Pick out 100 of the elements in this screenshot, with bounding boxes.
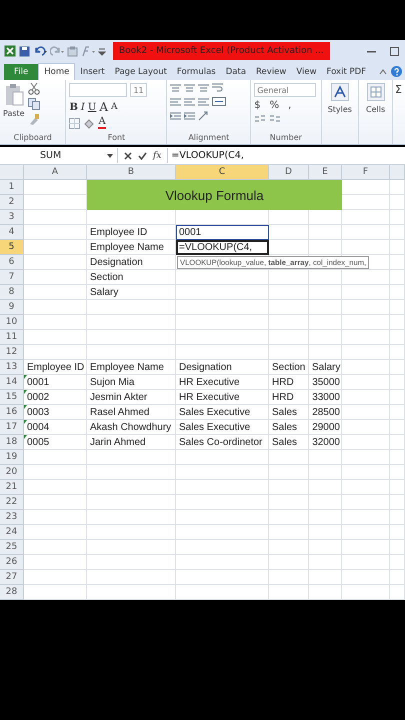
properties-icon[interactable] [67,46,78,56]
currency-button[interactable]: $ [254,100,261,111]
row-header[interactable]: 13 [0,360,24,375]
ribbon-tab[interactable]: Data [220,64,252,80]
save-icon[interactable] [19,46,30,56]
row-header[interactable]: 5 [0,240,24,255]
ribbon-tab[interactable]: View [291,64,322,80]
row-header[interactable]: 12 [0,345,24,360]
ribbon-tab[interactable]: Formulas [172,64,221,80]
column-header[interactable]: E [309,165,342,180]
insert-function-button[interactable]: fx [153,150,162,160]
row-header[interactable]: 4 [0,225,24,240]
align-top-icon[interactable] [170,84,182,92]
styles-icon[interactable] [330,83,349,101]
column-header[interactable]: D [269,165,309,180]
help-icon[interactable] [391,66,402,77]
copy-icon[interactable] [28,98,40,110]
enter-icon[interactable] [138,152,147,160]
row-header[interactable]: 23 [0,510,24,525]
percent-button[interactable]: % [270,100,280,111]
align-top-icon[interactable] [184,84,196,92]
row-header[interactable]: 6 [0,255,24,270]
autosum-button[interactable]: Σ [395,83,402,96]
row-header[interactable]: 28 [0,585,24,600]
font-color-button[interactable]: A [98,117,106,129]
font-name-field[interactable] [69,83,128,97]
row-header[interactable]: 16 [0,405,24,420]
table-cell-text: Sales Co-ordinetor [178,436,264,450]
align-top-icon[interactable] [198,84,210,92]
row-header[interactable]: 2 [0,195,24,210]
row-header[interactable]: 22 [0,495,24,510]
file-menu-button[interactable]: File [4,64,38,80]
collapse-ribbon-icon[interactable] [379,68,387,74]
table-cell-text: 32000 [311,436,341,450]
row-header[interactable]: 19 [0,450,24,465]
row-header[interactable]: 1 [0,180,24,195]
align-text-icon[interactable] [170,98,182,106]
underline-button[interactable]: U [88,102,96,112]
title-banner: Vlookup Formula [87,180,342,210]
grow-font-button[interactable]: A [99,100,108,114]
name-box[interactable]: SUM [40,150,62,161]
table-cell-text: 35000 [311,376,341,390]
align-text-icon[interactable] [184,98,196,106]
group-label: Number [268,133,303,144]
row-header[interactable]: 3 [0,210,24,225]
cells-button[interactable]: Cells [366,105,386,114]
row-header[interactable]: 7 [0,270,24,285]
row-header[interactable]: 26 [0,555,24,570]
bold-button[interactable]: B [69,102,78,112]
ribbon-tab[interactable]: Insert [75,64,110,80]
row-header[interactable]: 14 [0,375,24,390]
excel-logo-icon[interactable] [4,45,16,57]
row-header[interactable]: 24 [0,525,24,540]
cell-edit-field[interactable]: =VLOOKUP(C4, [176,240,269,255]
table-cell-text: 29000 [311,421,341,435]
wrap-text-icon[interactable] [212,83,224,92]
table-cell-text: 0005 [26,436,50,450]
italic-button[interactable]: I [80,102,85,112]
column-header[interactable]: A [24,165,87,180]
ribbon-tab[interactable]: Foxit PDF [322,64,372,80]
column-header[interactable]: B [87,165,176,180]
indent-icon[interactable] [170,112,182,120]
paste-label[interactable]: Paste [3,109,25,118]
fill-color-icon[interactable] [83,118,96,128]
indent-icon[interactable] [184,112,196,120]
row-header[interactable]: 15 [0,390,24,405]
table-cell-text: Sales Executive [178,406,252,420]
row-header[interactable]: 21 [0,480,24,495]
styles-button[interactable]: Styles [328,105,352,114]
formula-field[interactable]: =VLOOKUP(C4, [167,148,405,163]
merge-cells-icon[interactable] [212,97,226,106]
row-header[interactable]: 11 [0,330,24,345]
row-header[interactable]: 10 [0,315,24,330]
table-cell-text: 0002 [26,391,50,405]
row-header[interactable]: 17 [0,420,24,435]
borders-icon[interactable] [69,118,80,128]
ribbon-tab[interactable]: Review [251,64,292,80]
comma-button[interactable]: , [288,100,292,111]
cells-icon[interactable] [366,83,385,101]
ribbon-tab[interactable]: Home [38,63,76,80]
align-text-icon[interactable] [198,98,210,106]
column-header[interactable]: C [176,165,269,180]
undo-icon[interactable] [33,46,47,56]
row-header[interactable]: 27 [0,570,24,585]
font-size-field[interactable]: 11 [130,83,147,97]
ribbon-tab[interactable]: Page Layout [110,64,172,80]
number-format-field[interactable]: General [254,83,316,97]
row-header[interactable]: 20 [0,465,24,480]
column-header[interactable]: F [342,165,390,180]
shrink-font-button[interactable]: A [110,102,118,112]
customize-menu-icon[interactable] [98,46,106,56]
group-label: Alignment [187,133,230,144]
cut-icon[interactable] [28,83,40,95]
maximize-icon[interactable] [390,46,399,56]
dropdown-caret-icon[interactable] [107,154,113,158]
row-header[interactable]: 25 [0,540,24,555]
row-header[interactable]: 8 [0,285,24,300]
row-header[interactable]: 18 [0,435,24,450]
cancel-icon[interactable] [124,152,132,160]
row-header[interactable]: 9 [0,300,24,315]
